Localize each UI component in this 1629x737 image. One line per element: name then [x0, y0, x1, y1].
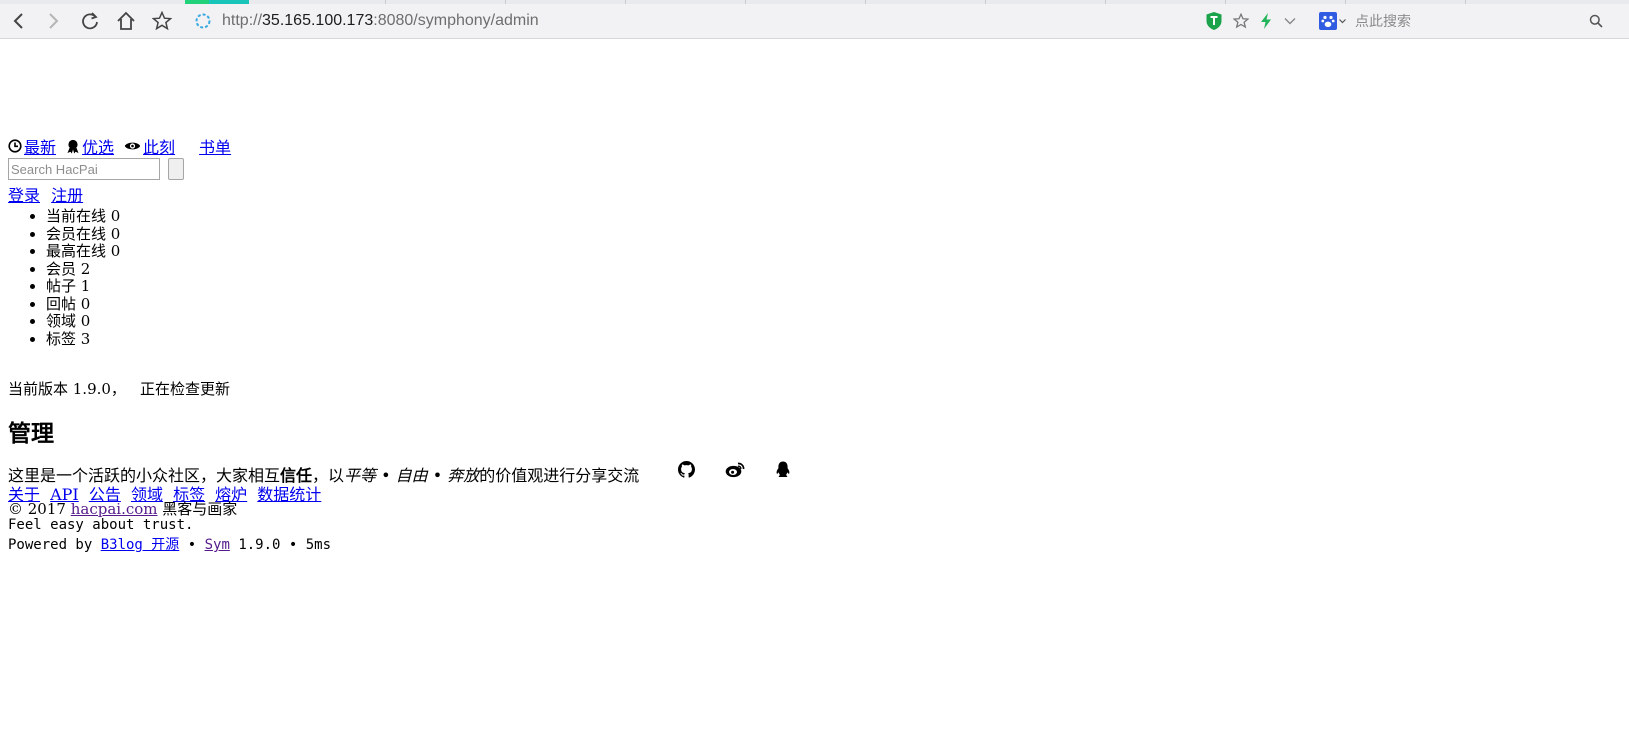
- nav-link-featured[interactable]: 优选: [82, 134, 114, 158]
- nav-item-featured[interactable]: 优选: [66, 134, 114, 158]
- eye-icon: [124, 142, 141, 150]
- copyright: © 2017 hacpai.com 黑客与画家: [8, 498, 237, 519]
- b3log-link[interactable]: B3log 开源: [101, 537, 180, 553]
- page-title: 管理: [8, 420, 54, 447]
- stat-online-now: 当前在线 0: [46, 207, 120, 226]
- stat-members-online: 会员在线 0: [46, 225, 120, 244]
- tagline: Feel easy about trust.: [8, 517, 194, 533]
- version-info: 当前版本 1.9.0， 正在检查更新: [8, 378, 230, 399]
- star-icon: [152, 11, 172, 31]
- browser-search-button[interactable]: [1586, 4, 1606, 38]
- clock-icon: [8, 139, 22, 153]
- register-link[interactable]: 注册: [51, 186, 83, 205]
- site-search-input[interactable]: [8, 158, 160, 180]
- stat-max-online: 最高在线 0: [46, 242, 120, 261]
- forward-arrow-icon: [49, 13, 59, 29]
- footer-link-statistics[interactable]: 数据统计: [257, 485, 321, 504]
- qq-icon[interactable]: [775, 461, 791, 478]
- search-engine-selector[interactable]: [1316, 4, 1348, 38]
- search-icon: [1589, 14, 1603, 28]
- weibo-icon[interactable]: [725, 461, 745, 478]
- nav-link-latest[interactable]: 最新: [24, 134, 56, 158]
- stat-members: 会员 2: [46, 260, 120, 279]
- page-loading-indicator: [192, 4, 214, 38]
- nav-link-booklist[interactable]: 书单: [199, 134, 231, 158]
- lightning-icon: [1261, 13, 1271, 29]
- search-placeholder: 点此搜索: [1355, 13, 1411, 29]
- url-scheme: http://: [222, 12, 263, 29]
- address-dropdown-button[interactable]: [1281, 4, 1299, 38]
- social-links: [678, 461, 821, 478]
- site-stats-list: 当前在线 0 会员在线 0 最高在线 0 会员 2 帖子 1 回帖 0 领域 0…: [8, 207, 120, 349]
- forward-button[interactable]: [42, 4, 64, 38]
- copyright-prefix: © 2017: [8, 500, 71, 518]
- shield-icon: [1206, 12, 1222, 30]
- reload-icon: [82, 12, 98, 30]
- powered-version: 1.9.0 • 5ms: [229, 537, 332, 553]
- loading-spinner-icon: [195, 13, 211, 29]
- speed-mode-button[interactable]: [1256, 4, 1276, 38]
- url-host: 35.165.100.173: [262, 12, 374, 29]
- nav-item-now[interactable]: 此刻: [124, 134, 175, 158]
- browser-toolbar: http://35.165.100.173:8080/symphony/admi…: [0, 4, 1629, 39]
- nav-item-booklist[interactable]: 书单: [185, 134, 231, 158]
- security-shield-button[interactable]: [1203, 4, 1225, 38]
- site-search-button[interactable]: [168, 158, 184, 180]
- browser-search-input[interactable]: 点此搜索: [1355, 4, 1411, 38]
- site-search-form: [8, 158, 184, 180]
- bookmark-star-button[interactable]: [1231, 4, 1251, 38]
- back-button[interactable]: [8, 4, 30, 38]
- baidu-paw-icon: [1318, 12, 1337, 30]
- powered-prefix: Powered by: [8, 537, 101, 553]
- reload-button[interactable]: [78, 4, 102, 38]
- hacpai-link[interactable]: hacpai.com: [71, 500, 158, 518]
- update-status: 正在检查更新: [139, 380, 230, 398]
- stat-tags: 标签 3: [46, 330, 120, 349]
- slogan-italic: 平等 • 自由 • 奔放: [344, 466, 480, 485]
- back-arrow-icon: [13, 13, 23, 29]
- url-path: :8080/symphony/admin: [373, 12, 539, 29]
- home-button[interactable]: [114, 4, 138, 38]
- stat-articles: 帖子 1: [46, 277, 120, 296]
- login-link[interactable]: 登录: [8, 186, 40, 205]
- stat-domains: 领域 0: [46, 312, 120, 331]
- chevron-down-icon: [1284, 18, 1296, 25]
- powered-by: Powered by B3log 开源 • Sym 1.9.0 • 5ms: [8, 534, 331, 554]
- address-bar[interactable]: http://35.165.100.173:8080/symphony/admi…: [222, 4, 539, 38]
- nav-item-latest[interactable]: 最新: [8, 134, 56, 158]
- main-nav: 最新 优选 此刻 书单: [8, 134, 241, 158]
- award-icon: [67, 139, 79, 153]
- favorite-button[interactable]: [150, 4, 174, 38]
- star-outline-icon: [1233, 13, 1249, 29]
- powered-separator: •: [179, 537, 205, 553]
- home-icon: [117, 11, 135, 30]
- nav-link-now[interactable]: 此刻: [143, 134, 175, 158]
- version-text: 当前版本 1.9.0，: [8, 380, 126, 398]
- chevron-down-icon: [1338, 19, 1346, 24]
- slogan-suffix: 的价值观进行分享交流: [479, 466, 640, 485]
- stat-comments: 回帖 0: [46, 295, 120, 314]
- auth-links: 登录 注册: [8, 182, 89, 206]
- copyright-suffix: 黑客与画家: [157, 500, 238, 518]
- github-icon[interactable]: [678, 461, 695, 478]
- sym-link[interactable]: Sym: [205, 537, 230, 553]
